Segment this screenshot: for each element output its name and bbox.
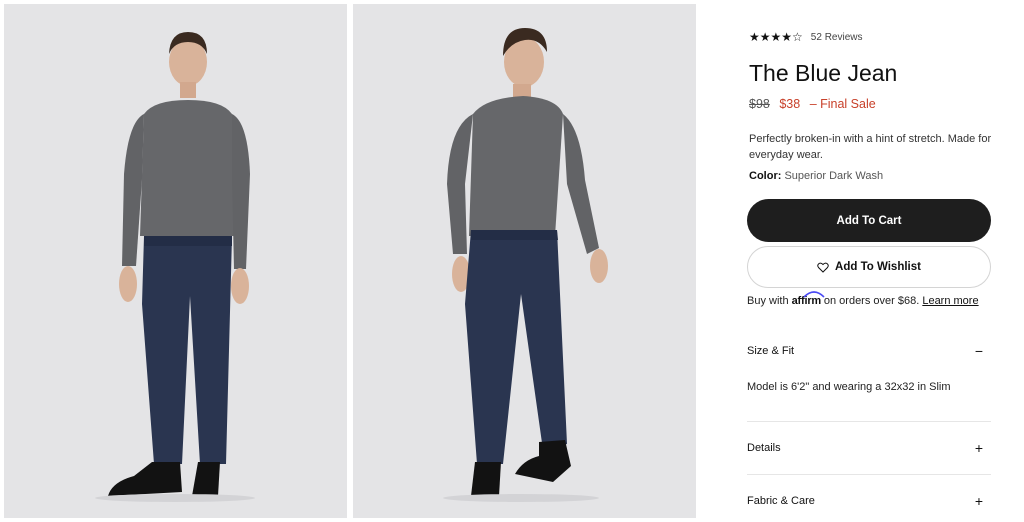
accordion-fabric-care[interactable]: Fabric & Care + (747, 491, 991, 511)
accordion-details[interactable]: Details + (747, 438, 991, 458)
star-rating-icon: ★★★★☆ (749, 30, 803, 44)
color-value: Superior Dark Wash (784, 170, 884, 182)
add-to-wishlist-button[interactable]: Add To Wishlist (747, 246, 991, 288)
heart-icon (817, 262, 829, 273)
add-to-cart-button[interactable]: Add To Cart (747, 199, 991, 242)
product-info-panel: ★★★★☆ 52 Reviews The Blue Jean $98 $38 –… (747, 0, 993, 522)
product-title: The Blue Jean (749, 60, 898, 86)
color-label: Color: (749, 170, 782, 182)
add-to-wishlist-label: Add To Wishlist (835, 261, 921, 273)
affirm-logo: affirm (792, 291, 825, 307)
color-row: Color: Superior Dark Wash (749, 170, 883, 182)
expand-icon: + (974, 493, 983, 509)
divider (747, 421, 991, 422)
expand-icon: + (974, 440, 983, 456)
accordion-label: Size & Fit (747, 345, 795, 357)
product-image-front[interactable] (4, 4, 347, 518)
model-front-illustration (95, 32, 255, 502)
affirm-suffix: on orders over $68. (823, 295, 920, 307)
affirm-arc-icon (803, 291, 825, 298)
size-fit-content: Model is 6'2" and wearing a 32x32 in Sli… (747, 381, 951, 393)
affirm-promo: Buy with affirm on orders over $68. Lear… (747, 291, 979, 307)
rating-row[interactable]: ★★★★☆ 52 Reviews (749, 30, 863, 44)
accordion-size-fit[interactable]: Size & Fit − (747, 341, 991, 361)
accordion-label: Fabric & Care (747, 495, 815, 507)
price-row: $98 $38 – Final Sale (749, 97, 876, 111)
learn-more-link[interactable]: Learn more (922, 295, 978, 307)
collapse-icon: − (974, 343, 983, 359)
product-image-angle[interactable] (353, 4, 696, 518)
product-description: Perfectly broken-in with a hint of stret… (749, 133, 992, 161)
model-pose-illustration (443, 28, 608, 502)
sale-price: $38 (779, 97, 801, 111)
reviews-link[interactable]: 52 Reviews (811, 32, 863, 43)
add-to-cart-label: Add To Cart (836, 214, 902, 227)
final-sale-note: – Final Sale (809, 97, 876, 111)
divider (747, 474, 991, 475)
affirm-prefix: Buy with (747, 295, 789, 307)
original-price: $98 (749, 97, 770, 111)
accordion-label: Details (747, 442, 781, 454)
